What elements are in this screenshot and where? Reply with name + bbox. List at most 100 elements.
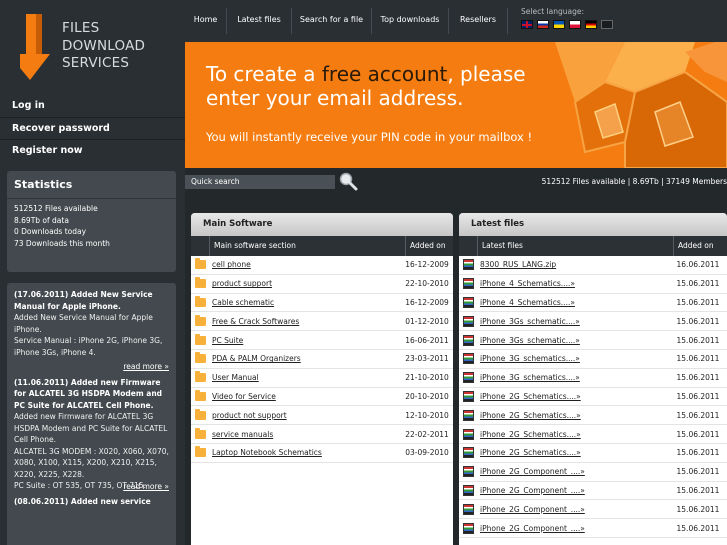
table-row: iPhone_2G_Component_....» 15.06.2011 xyxy=(459,519,727,538)
row-link[interactable]: User Manual xyxy=(209,373,402,382)
table-row: iPhone_2G_Component_....» 15.06.2011 xyxy=(459,482,727,501)
file-icon xyxy=(459,259,477,271)
main-software-title: Main Software xyxy=(191,213,453,236)
latest-files-title: Latest files xyxy=(459,213,727,236)
table-row: 8300_RUS_LANG.zip 16.06.2011 xyxy=(459,256,727,275)
uk-flag-icon[interactable] xyxy=(521,20,533,29)
row-date: 15.06.2011 xyxy=(676,523,720,533)
folder-icon xyxy=(194,333,206,345)
de-flag-icon[interactable] xyxy=(585,20,597,29)
file-icon xyxy=(459,296,477,308)
row-link[interactable]: iPhone_2G_Schematics....» xyxy=(477,411,670,420)
folder-icon xyxy=(191,408,209,420)
pl-flag-icon[interactable] xyxy=(569,20,581,29)
register-link[interactable]: Register now xyxy=(0,139,185,161)
folder-icon xyxy=(194,352,206,364)
top-navigation: Home Latest files Search for a file Top … xyxy=(185,0,727,42)
row-date: 15.06.2011 xyxy=(676,504,720,514)
folder-icon xyxy=(194,408,206,420)
news-title: (08.06.2011) Added new service xyxy=(14,497,151,506)
row-link[interactable]: iPhone_2G_Component_....» xyxy=(477,467,670,476)
table-row: iPhone_3Gs_schematic....» 15.06.2011 xyxy=(459,312,727,332)
table-row: Video for Service 20-10-2010 xyxy=(191,388,453,407)
row-link[interactable]: Free & Crack Softwares xyxy=(209,317,402,326)
news-title: (17.06.2011) Added New Service Manual fo… xyxy=(14,290,153,311)
table-row: iPhone_2G_Component_....» 15.06.2011 xyxy=(459,463,727,482)
statistics-title: Statistics xyxy=(7,171,176,199)
row-link[interactable]: iPhone_2G_Schematics....» xyxy=(477,448,670,457)
file-icon xyxy=(459,428,477,440)
row-link[interactable]: 8300_RUS_LANG.zip xyxy=(477,260,670,269)
language-label: Select language: xyxy=(521,7,584,16)
news-item: (11.06.2011) Added new Firmware for ALCA… xyxy=(14,377,169,493)
row-link[interactable]: iPhone_3Gs_schematic....» xyxy=(477,317,670,326)
file-icon xyxy=(459,522,477,534)
row-link[interactable]: product not support xyxy=(209,411,402,420)
row-link[interactable]: cell phone xyxy=(209,260,402,269)
table-row: PC Suite 16-06-2011 xyxy=(191,331,453,350)
row-link[interactable]: iPhone_2G_Schematics....» xyxy=(477,430,670,439)
folder-icon xyxy=(194,277,206,289)
nav-search-file[interactable]: Search for a file xyxy=(292,0,371,42)
quick-search-input[interactable] xyxy=(185,175,335,189)
table-row: service manuals 22-02-2011 xyxy=(191,425,453,444)
row-link[interactable]: PDA & PALM Organizers xyxy=(209,354,402,363)
table-row: PDA & PALM Organizers 23-03-2011 xyxy=(191,350,453,369)
row-link[interactable]: iPhone_2G_Schematics....» xyxy=(477,392,670,401)
row-date: 03-09-2010 xyxy=(405,448,449,458)
row-date: 01-12-2010 xyxy=(405,316,449,326)
table-row: iPhone_3G_schematics....» 15.06.2011 xyxy=(459,369,727,388)
news-item: (17.06.2011) Added New Service Manual fo… xyxy=(14,289,169,373)
site-stats: 512512 Files available | 8.69Tb | 37149 … xyxy=(541,177,727,186)
nav-home[interactable]: Home xyxy=(185,0,226,42)
file-icon xyxy=(459,447,477,459)
banner-text: To create a xyxy=(206,62,322,86)
stat-downloads-today: 0 Downloads today xyxy=(14,227,87,236)
row-link[interactable]: iPhone_3G_schematics....» xyxy=(477,354,670,363)
file-icon xyxy=(459,372,477,384)
file-icon xyxy=(459,409,477,421)
login-link[interactable]: Log in xyxy=(0,95,185,117)
row-link[interactable]: PC Suite xyxy=(209,336,402,345)
row-link[interactable]: iPhone_4_Schematics....» xyxy=(477,279,670,288)
folder-icon xyxy=(194,295,206,307)
file-icon xyxy=(462,353,474,365)
nav-latest-files[interactable]: Latest files xyxy=(227,0,291,42)
file-icon xyxy=(462,390,474,402)
site-logo[interactable]: FILES DOWNLOAD SERVICES xyxy=(0,0,185,93)
row-date: 12-10-2010 xyxy=(405,410,449,420)
row-date: 15.06.2011 xyxy=(676,279,720,289)
table-row: iPhone_2G_Component_....» 15.06.2011 xyxy=(459,500,727,520)
ru-flag-icon[interactable] xyxy=(537,20,549,29)
nav-resellers[interactable]: Resellers xyxy=(449,0,507,42)
row-link[interactable]: Laptop Notebook Schematics xyxy=(209,448,402,457)
recover-password-link[interactable]: Recover password xyxy=(0,117,185,139)
folder-icon xyxy=(194,389,206,401)
row-link[interactable]: iPhone_2G_Component_....» xyxy=(477,524,670,533)
table-row: iPhone_3Gs_schematic....» 15.06.2011 xyxy=(459,331,727,350)
file-icon xyxy=(459,334,477,346)
row-link[interactable]: service manuals xyxy=(209,430,402,439)
row-link[interactable]: iPhone_3Gs_schematic....» xyxy=(477,336,670,345)
file-icon xyxy=(462,447,474,459)
promo-banner[interactable]: To create a free account, please enter y… xyxy=(185,42,727,168)
row-link[interactable]: Video for Service xyxy=(209,392,402,401)
row-link[interactable]: iPhone_4_Schematics....» xyxy=(477,298,670,307)
nav-top-downloads[interactable]: Top downloads xyxy=(372,0,448,42)
folder-icon xyxy=(191,427,209,439)
language-flags xyxy=(521,20,613,29)
row-link[interactable]: iPhone_2G_Component_....» xyxy=(477,505,670,514)
row-date: 15.06.2011 xyxy=(676,485,720,495)
file-icon xyxy=(459,278,477,290)
table-row: iPhone_2G_Schematics....» 15.06.2011 xyxy=(459,388,727,407)
row-date: 15.06.2011 xyxy=(676,429,720,439)
read-more-link[interactable]: read more » xyxy=(14,361,169,373)
blank-flag-icon[interactable] xyxy=(601,20,613,29)
search-icon[interactable] xyxy=(338,171,358,191)
row-link[interactable]: product support xyxy=(209,279,402,288)
row-link[interactable]: iPhone_3G_schematics....» xyxy=(477,373,670,382)
ua-flag-icon[interactable] xyxy=(553,20,565,29)
row-link[interactable]: Cable schematic xyxy=(209,298,402,307)
account-menu: Log in Recover password Register now xyxy=(0,95,185,161)
row-link[interactable]: iPhone_2G_Component_....» xyxy=(477,486,670,495)
